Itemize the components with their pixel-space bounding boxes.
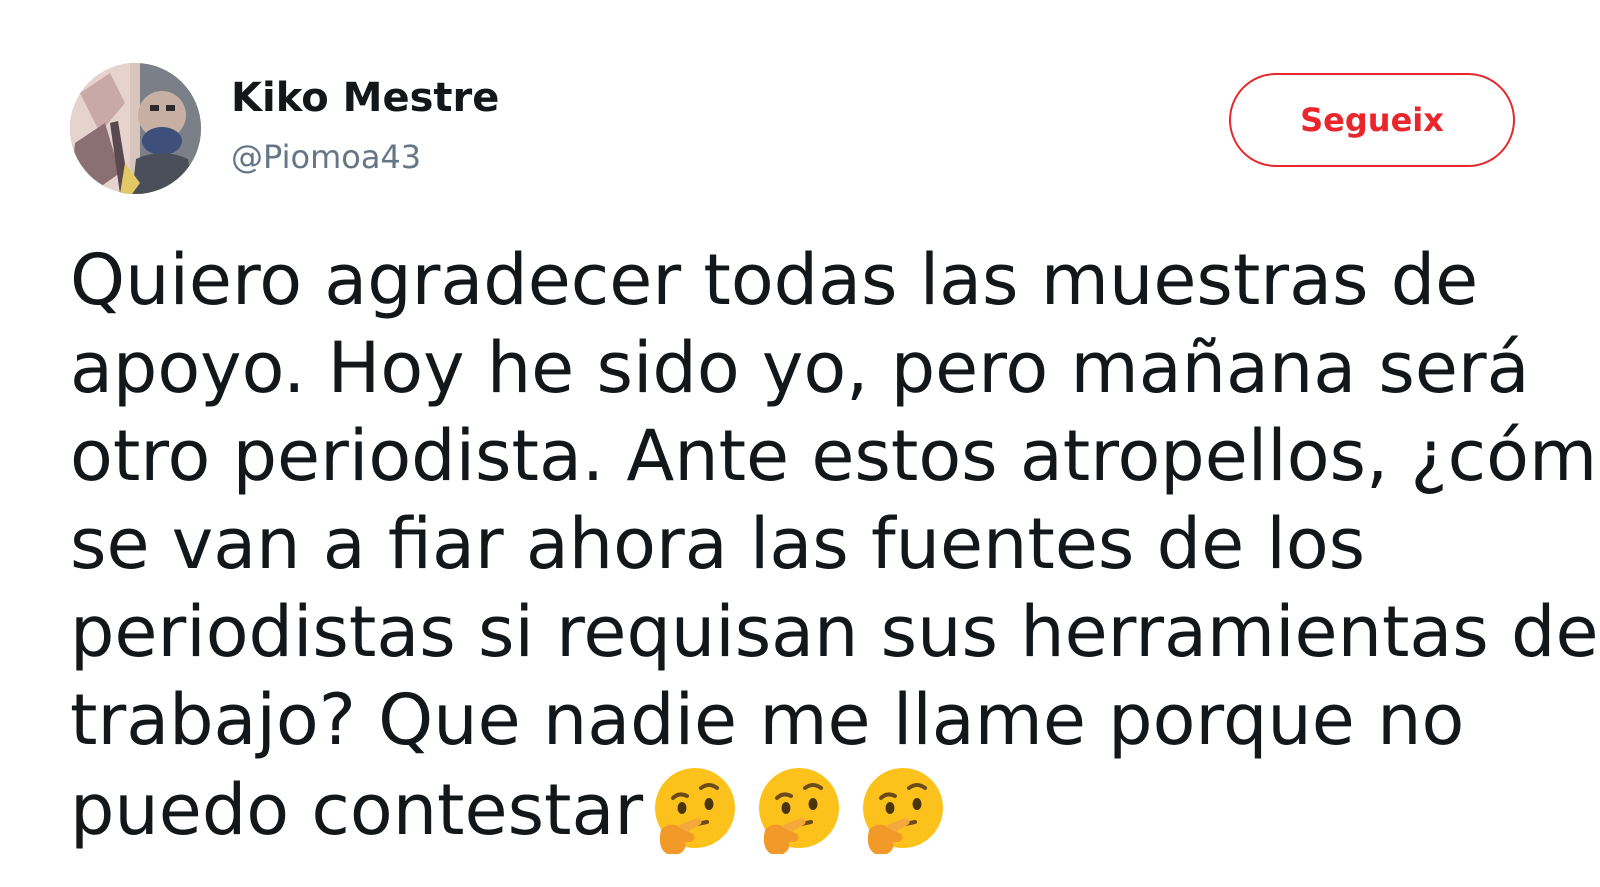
tweet-text-last-line: puedo contestar bbox=[70, 764, 1600, 860]
tweet-text-line: se van a fiar ahora las fuentes de los bbox=[70, 503, 1366, 585]
avatar[interactable] bbox=[70, 63, 201, 194]
thinking-face-emoji bbox=[655, 768, 736, 854]
thinking-face-emoji bbox=[759, 768, 840, 854]
tweet-text-line: trabajo? Que nadie me llame porque no bbox=[70, 679, 1465, 761]
author-name[interactable]: Kiko Mestre bbox=[231, 72, 499, 124]
follow-button[interactable]: Segueix bbox=[1229, 73, 1515, 167]
tweet-text: Quiero agradecer todas las muestras de a… bbox=[70, 236, 1600, 860]
tweet-text-line: apoyo. Hoy he sido yo, pero mañana será bbox=[70, 327, 1530, 409]
tweet-card: Kiko Mestre @Piomoa43 Segueix Quiero agr… bbox=[0, 0, 1600, 887]
tweet-text-line: otro periodista. Ante estos atropellos, … bbox=[70, 415, 1600, 497]
thinking-face-emoji bbox=[863, 768, 944, 854]
tweet-text-line: puedo contestar bbox=[70, 769, 644, 851]
tweet-text-line: Quiero agradecer todas las muestras de bbox=[70, 239, 1479, 321]
avatar-photo bbox=[70, 63, 201, 194]
emoji-row bbox=[643, 764, 951, 860]
author-handle[interactable]: @Piomoa43 bbox=[231, 136, 421, 178]
tweet-text-line: periodistas si requisan sus herramientas… bbox=[70, 591, 1599, 673]
